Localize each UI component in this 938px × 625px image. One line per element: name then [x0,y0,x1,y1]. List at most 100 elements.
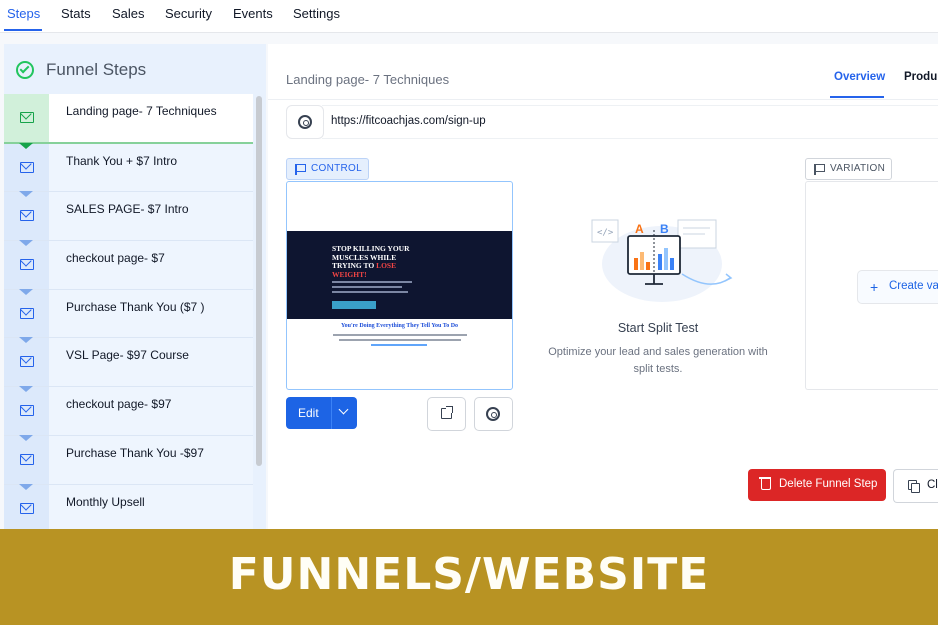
step-item[interactable]: Thank You + $7 Intro [4,142,253,193]
delete-funnel-step-button[interactable]: Delete Funnel Step [748,469,886,501]
step-label: Purchase Thank You ($7 ) [66,299,205,314]
step-item[interactable]: Purchase Thank You -$97 [4,434,253,485]
button-separator [331,397,332,429]
step-icon-column [4,483,49,529]
step-icon-column [4,94,49,142]
step-item[interactable]: Landing page- 7 Techniques [4,94,253,144]
preview-subhead: You're Doing Everything They Tell You To… [340,323,459,329]
step-item[interactable]: checkout page- $7 [4,240,253,290]
control-badge: CONTROL [286,158,369,180]
preview-hero: STOP KILLING YOUR MUSCLES WHILE TRYING T… [287,231,512,319]
step-item[interactable]: Purchase Thank You ($7 ) [4,288,253,339]
edit-button-label: Edit [298,406,319,420]
arrow-head [724,273,733,282]
step-label: VSL Page- $97 Course [66,348,189,363]
step-icon-column [4,434,49,484]
active-tab-indicator [830,96,884,98]
sidebar-header: Funnel Steps [4,44,266,94]
step-item[interactable]: checkout page- $97 [4,386,253,436]
preview-cta-button [332,301,376,309]
delete-button-label: Delete Funnel Step [779,478,878,490]
bar-b [664,248,668,270]
control-badge-label: CONTROL [311,163,362,174]
url-settings-button[interactable] [286,105,324,139]
edit-button[interactable]: Edit [286,397,357,429]
page-title: Landing page- 7 Techniques [286,72,450,87]
gear-icon [486,407,500,421]
preview-text-line [339,339,461,341]
flag-icon [295,164,303,175]
external-link-icon [441,406,453,419]
step-label: SALES PAGE- $7 Intro [66,202,189,217]
open-page-button[interactable] [427,397,466,431]
headline-highlight: WEIGHT! [332,269,367,279]
copy-icon [908,480,920,493]
bar-b [670,258,674,270]
mail-icon [20,161,34,173]
mail-icon [20,453,34,465]
mail-icon [20,356,34,368]
flag-icon [814,164,822,175]
variation-panel: + Create var [805,181,938,390]
headline-highlight: LOSE [376,261,397,270]
clone-step-button[interactable]: Cl [893,469,938,503]
control-page-preview[interactable]: STOP KILLING YOUR MUSCLES WHILE TRYING T… [286,181,513,390]
split-test-title: Start Split Test [617,321,699,335]
bar-a [634,258,638,270]
step-icon-column [4,240,49,289]
connector-arrow-icon [19,191,33,198]
trash-icon [759,477,771,490]
step-icon-column [4,337,49,387]
bar-a [640,252,644,270]
connector-arrow-icon [19,240,33,247]
tab-security[interactable]: Security [165,6,212,21]
step-list: Landing page- 7 Techniques Thank You + $… [4,94,253,529]
sidebar-title: Funnel Steps [46,60,147,79]
caption-banner: FUNNELS/WEBSITE [0,529,938,625]
step-label: Monthly Upsell [66,494,145,509]
tab-events[interactable]: Events [233,6,273,21]
connector-arrow-icon [19,483,33,490]
bar-a [646,262,650,270]
sidebar-scrollbar[interactable] [256,96,262,466]
mail-icon [20,112,34,123]
tab-steps[interactable]: Steps [7,6,40,21]
step-item[interactable]: SALES PAGE- $7 Intro [4,191,253,242]
mail-icon [20,405,34,417]
step-item[interactable]: Monthly Upsell [4,483,253,529]
step-item[interactable]: VSL Page- $97 Course [4,337,253,388]
label-b: B [660,222,669,236]
variation-badge: VARIATION [805,158,893,180]
tab-overview[interactable]: Overview [834,71,885,83]
preview-text-line [332,291,408,293]
active-tab-indicator [4,29,42,31]
connector-arrow-icon [19,142,33,149]
chevron-down-icon[interactable] [338,404,349,415]
bar-b [658,254,662,270]
tab-products[interactable]: Produ [904,71,937,83]
step-label: Purchase Thank You -$97 [66,445,204,460]
step-icon-column [4,142,49,192]
page-settings-button[interactable] [474,397,513,431]
step-label: Landing page- 7 Techniques [66,104,217,118]
mail-icon [20,502,34,514]
mail-icon [20,307,34,319]
mail-icon [20,259,34,271]
tab-stats[interactable]: Stats [61,6,91,21]
tab-sales[interactable]: Sales [112,6,145,21]
preview-link-line [371,344,427,346]
split-test-illustration: </> A B [591,219,733,302]
create-variation-label: Create var [889,280,938,292]
mail-icon [20,210,34,222]
split-test-description: Optimize your lead and sales generation … [548,346,768,375]
tab-settings[interactable]: Settings [293,6,340,21]
variation-badge-label: VARIATION [830,163,886,174]
banner-text: FUNNELS/WEBSITE [228,549,710,600]
code-symbol: </> [597,228,614,238]
top-nav: Steps Stats Sales Security Events Settin… [0,0,938,33]
preview-text-line [332,281,412,283]
page-url[interactable]: https://fitcoachjas.com/sign-up [331,115,486,127]
plus-icon: + [870,279,879,295]
create-variation-button[interactable]: + Create var [857,270,938,304]
preview-text-line [332,286,402,288]
